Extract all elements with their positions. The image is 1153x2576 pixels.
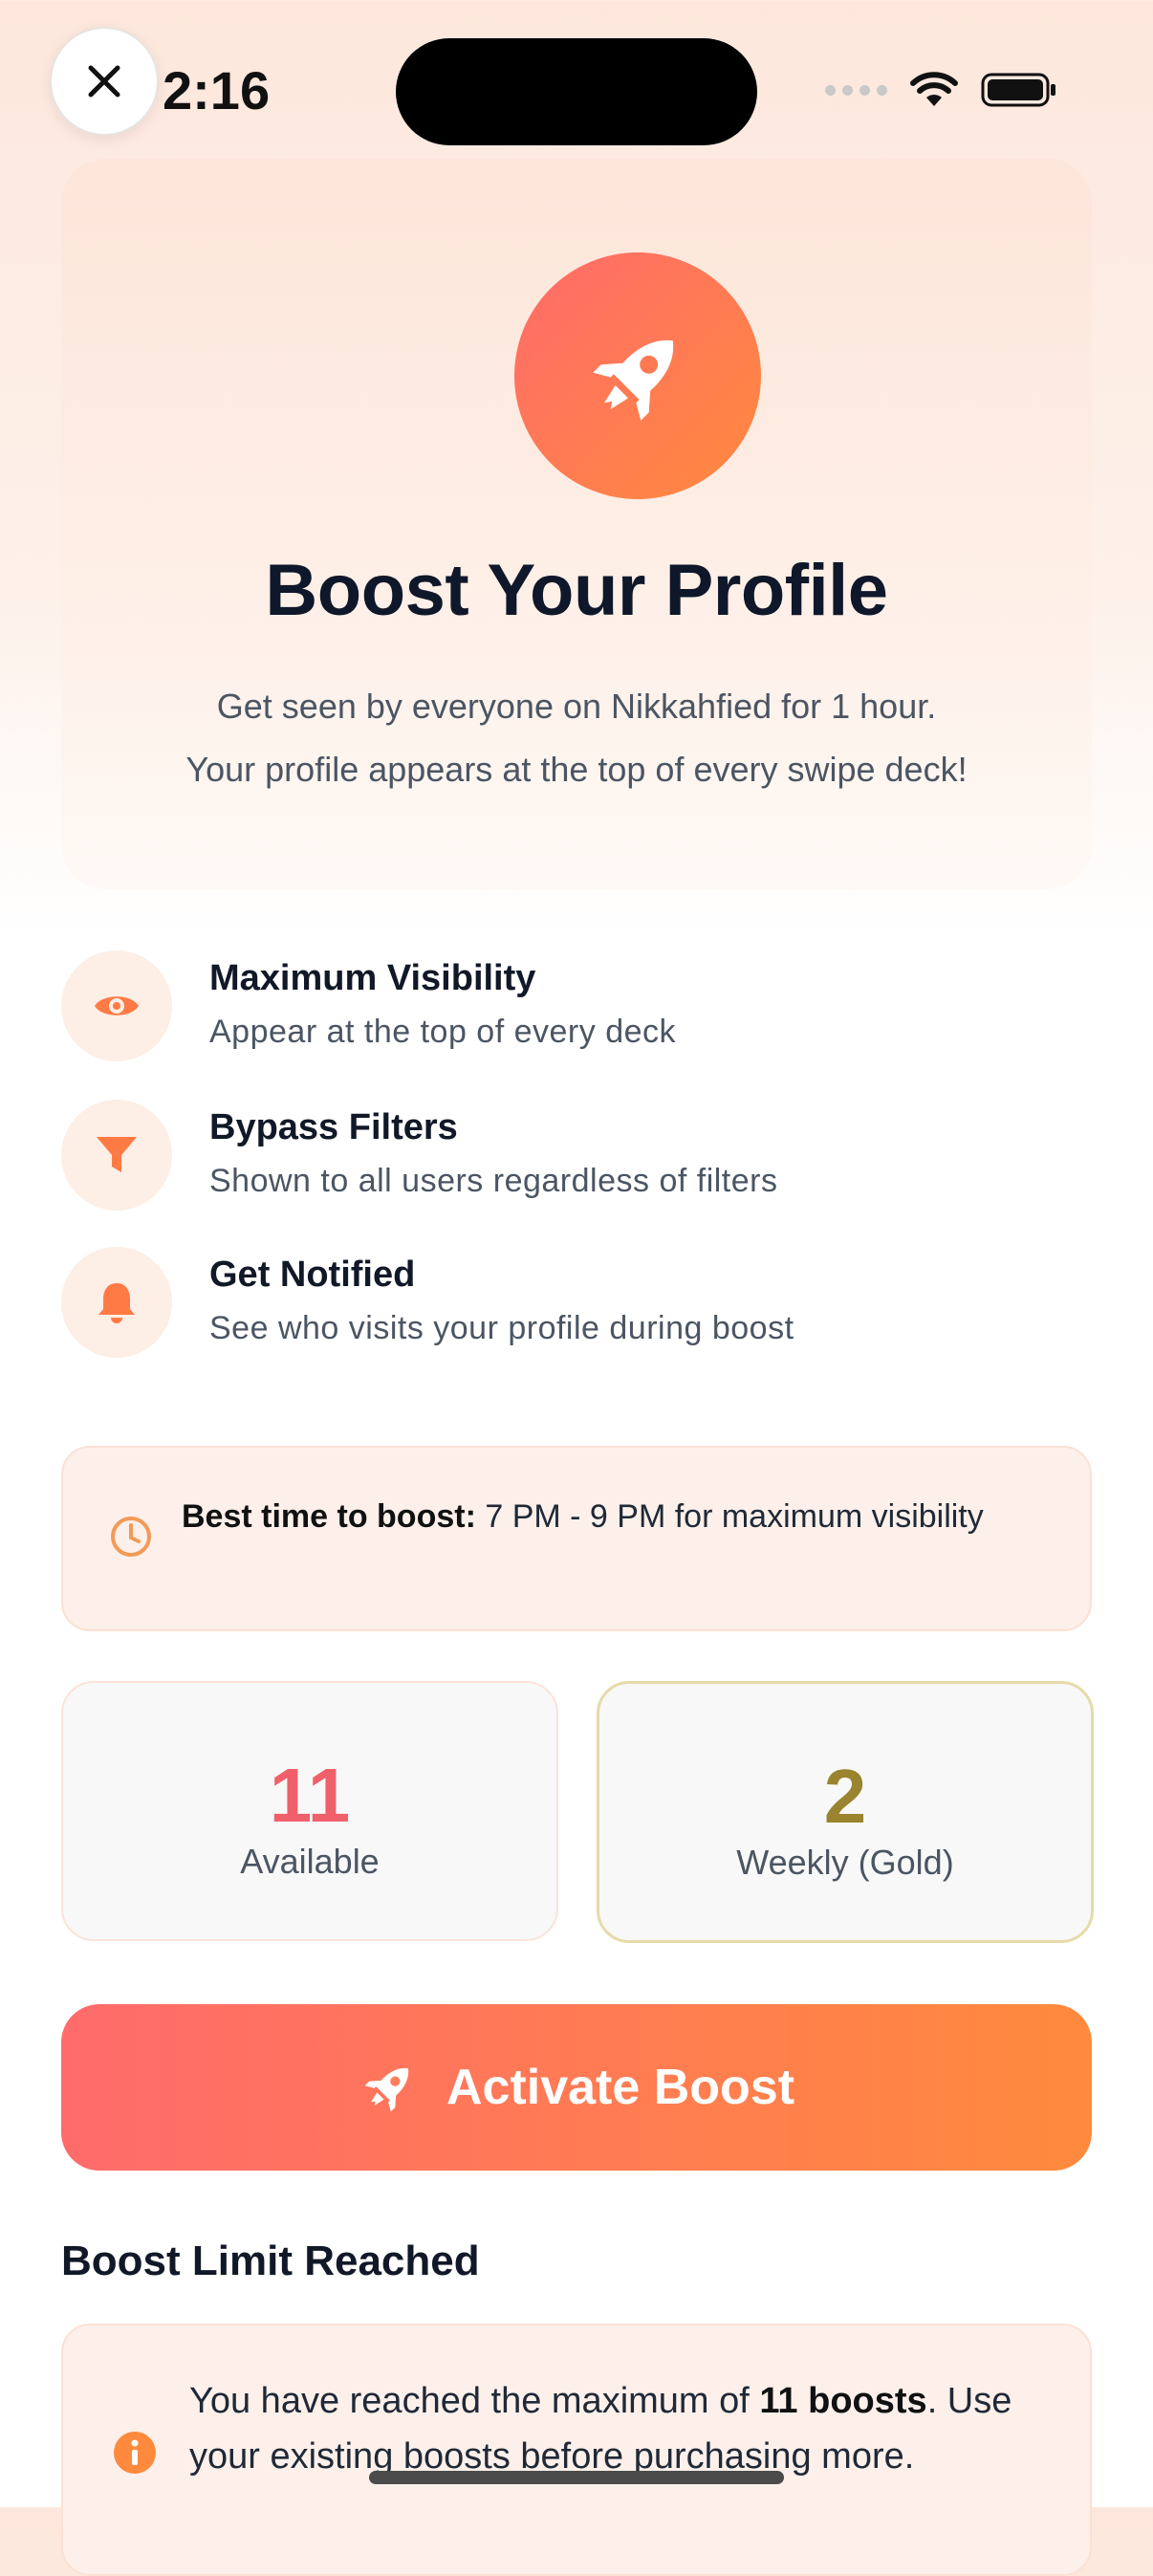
- available-boosts-card: 11 Available: [61, 1681, 558, 1941]
- eye-icon: [95, 996, 139, 1015]
- bell-icon: [98, 1283, 135, 1323]
- tip-label: Best time to boost:: [182, 1498, 476, 1535]
- feature-title: Bypass Filters: [209, 1107, 458, 1147]
- feature-description: Shown to all users regardless of filters: [209, 1163, 778, 1199]
- rocket-icon: [364, 2067, 409, 2112]
- hero-card: Boost Your Profile Get seen by everyone …: [61, 159, 1092, 889]
- limit-text: You have reached the maximum of 11 boost…: [189, 2373, 1050, 2484]
- hero-subtitle-line: Your profile appears at the top of every…: [185, 750, 968, 789]
- home-indicator[interactable]: [369, 2471, 784, 2484]
- close-icon: [88, 65, 120, 98]
- limit-notice: You have reached the maximum of 11 boost…: [61, 2324, 1092, 2576]
- status-time: 2:16: [163, 60, 271, 120]
- feature-description: Appear at the top of every deck: [209, 1014, 677, 1050]
- wifi-icon: [910, 72, 958, 106]
- feature-title: Get Notified: [209, 1255, 416, 1295]
- hero-subtitle-line: Get seen by everyone on Nikkahfied for 1…: [216, 687, 937, 726]
- close-button[interactable]: [50, 27, 159, 136]
- available-boosts-label: Available: [240, 1842, 380, 1881]
- info-icon: [114, 2432, 156, 2474]
- feature-icon-badge: [61, 950, 172, 1061]
- activate-boost-button[interactable]: Activate Boost: [61, 2004, 1092, 2171]
- feature-maximum-visibility: Maximum Visibility Appear at the top of …: [61, 950, 1092, 1065]
- dynamic-island: [396, 38, 757, 145]
- clock-icon: [111, 1517, 151, 1557]
- weekly-gold-label: Weekly (Gold): [736, 1843, 954, 1882]
- feature-title: Maximum Visibility: [209, 958, 536, 998]
- available-boosts-count: 11: [269, 1753, 351, 1838]
- tip-text: Best time to boost: 7 PM - 9 PM for maxi…: [182, 1490, 1042, 1543]
- status-indicators: [825, 71, 1057, 109]
- feature-get-notified: Get Notified See who visits your profile…: [61, 1247, 1092, 1362]
- filter-icon: [97, 1137, 137, 1172]
- battery-icon: [981, 73, 1055, 107]
- rocket-icon: [593, 339, 674, 421]
- best-time-tip: Best time to boost: 7 PM - 9 PM for maxi…: [61, 1446, 1092, 1631]
- rocket-badge: [514, 252, 761, 499]
- hero-subtitle: Get seen by everyone on Nikkahfied for 1…: [99, 675, 1054, 801]
- weekly-gold-count: 2: [823, 1754, 867, 1839]
- feature-bypass-filters: Bypass Filters Shown to all users regard…: [61, 1100, 1092, 1214]
- page-title: Boost Your Profile: [265, 550, 888, 631]
- feature-description: See who visits your profile during boost: [209, 1310, 794, 1346]
- tip-value: 7 PM - 9 PM for maximum visibility: [475, 1498, 984, 1535]
- limit-text-start: You have reached the maximum of: [189, 2381, 760, 2421]
- limit-count: 11 boosts: [759, 2381, 927, 2421]
- activate-boost-label: Activate Boost: [446, 2060, 795, 2115]
- signal-icon: [825, 84, 887, 96]
- weekly-gold-card: 2 Weekly (Gold): [597, 1681, 1094, 1943]
- feature-icon-badge: [61, 1247, 172, 1358]
- feature-icon-badge: [61, 1100, 172, 1211]
- limit-section-title: Boost Limit Reached: [61, 2238, 480, 2284]
